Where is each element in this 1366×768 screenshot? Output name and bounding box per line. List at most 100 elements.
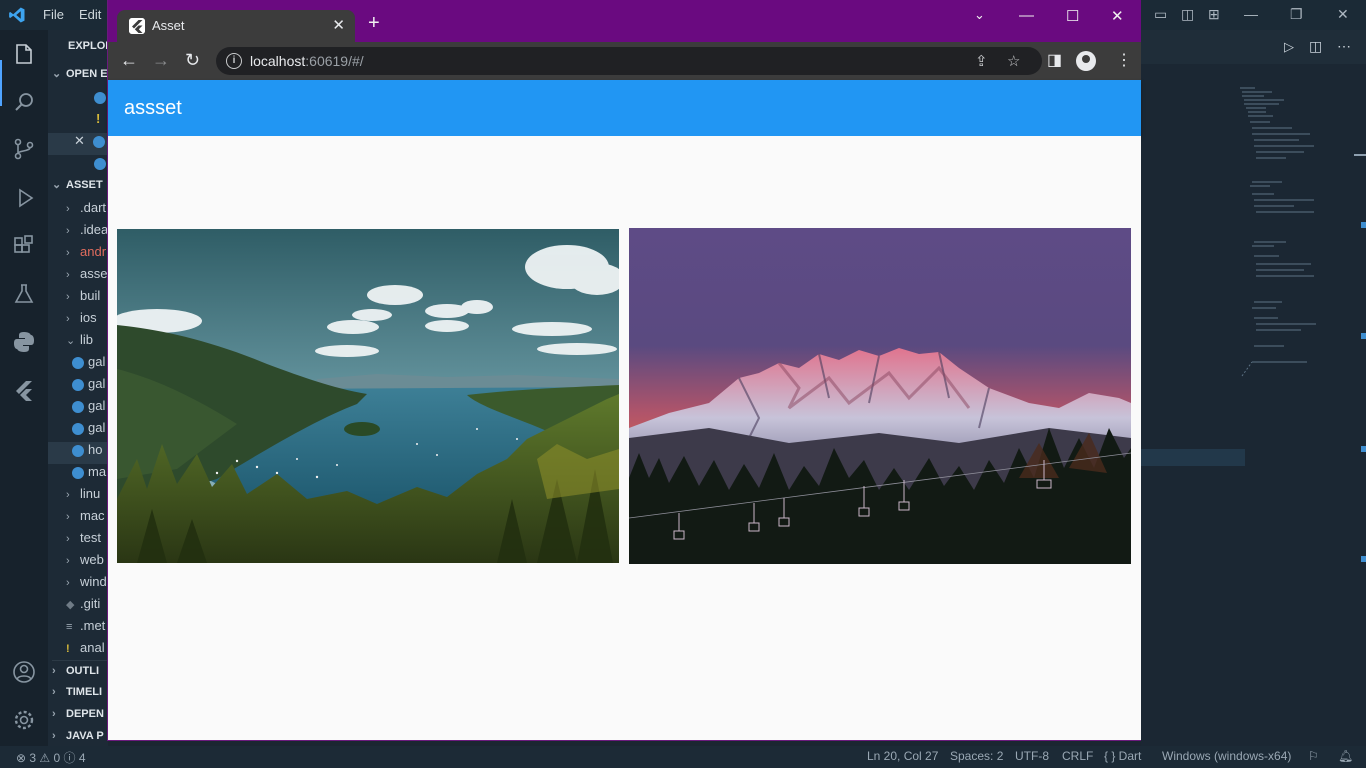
folder-ios[interactable]: › ios — [66, 310, 108, 332]
layout-grid-icon[interactable]: ⊞ — [1208, 6, 1220, 23]
tab-title: Asset — [152, 18, 185, 33]
menu-edit[interactable]: Edit — [79, 7, 101, 22]
project-header[interactable]: ⌄ ASSET — [52, 178, 108, 200]
tab-close-icon[interactable]: ✕ — [332, 16, 345, 34]
vscode-statusbar: ⊗ 3 ⚠ 0 ⓘ 4 Ln 20, Col 27 Spaces: 2 UTF-… — [0, 746, 1366, 768]
status-problems[interactable]: ⊗ 3 ⚠ 0 ⓘ 4 — [16, 749, 86, 766]
status-cursor-position[interactable]: Ln 20, Col 27 — [867, 749, 938, 763]
file-gallery-3[interactable]: gal — [72, 398, 108, 420]
run-debug-icon[interactable] — [12, 186, 36, 210]
folder-web[interactable]: › web — [66, 552, 108, 574]
file-main[interactable]: ma — [72, 464, 108, 486]
open-editor-active-item[interactable]: ✕ — [48, 133, 108, 155]
notifications-bell-icon[interactable]: 🔔︎ — [1338, 749, 1353, 763]
back-arrow-icon[interactable]: ← — [120, 50, 138, 70]
folder-android[interactable]: › andr — [66, 244, 108, 266]
file-metadata[interactable]: ≡ .met — [66, 618, 108, 640]
app-title: assset — [124, 97, 182, 119]
activity-selected-indicator — [0, 60, 2, 106]
vscode-minimize-icon[interactable]: — — [1244, 6, 1258, 22]
lake-forest-image — [117, 229, 619, 563]
browser-maximize-icon[interactable]: ☐ — [1066, 7, 1079, 25]
folder-dart-tool[interactable]: › .dart — [66, 200, 108, 222]
forward-arrow-icon[interactable]: → — [152, 50, 170, 70]
testing-flask-icon[interactable] — [12, 282, 36, 306]
run-file-icon[interactable]: ▷ — [1284, 39, 1294, 55]
menu-file[interactable]: File — [43, 7, 64, 22]
browser-minimize-icon[interactable]: — — [1019, 7, 1034, 24]
browser-window: Asset ✕ + ⌄ — ☐ ✕ ← → ↻ i localhost:6061… — [107, 0, 1141, 741]
file-gitignore[interactable]: ◆ .giti — [66, 596, 108, 618]
app-body — [108, 136, 1141, 740]
settings-gear-icon[interactable] — [12, 708, 36, 732]
editor-tabbar: ▷ ◫ ⋯ — [1141, 30, 1366, 64]
vscode-restore-icon[interactable]: ❐ — [1290, 6, 1303, 23]
explorer-icon[interactable] — [12, 42, 36, 66]
python-icon[interactable] — [12, 330, 36, 354]
timeline-header[interactable]: › TIMELI — [52, 682, 108, 704]
app-bar: assset — [108, 80, 1141, 136]
url-text[interactable]: localhost:60619/#/ — [250, 53, 364, 69]
file-gallery-1[interactable]: gal — [72, 354, 108, 376]
file-home-selected[interactable]: ho — [48, 442, 108, 464]
outline-header[interactable]: › OUTLI — [52, 660, 108, 682]
side-panel-icon[interactable]: ◨ — [1047, 50, 1062, 70]
layout-split-icon[interactable]: ◫ — [1181, 6, 1194, 23]
search-icon[interactable] — [12, 90, 36, 114]
minimap — [1240, 87, 1316, 377]
folder-macos[interactable]: › mac — [66, 508, 108, 530]
minimap-slider[interactable] — [1354, 154, 1366, 156]
site-info-icon[interactable]: i — [226, 53, 242, 69]
layout-panel-icon[interactable]: ▭ — [1154, 6, 1167, 23]
profile-avatar[interactable] — [1076, 51, 1096, 71]
source-control-icon[interactable] — [12, 137, 36, 161]
open-editor-item[interactable] — [94, 89, 108, 111]
activity-bar — [0, 30, 48, 746]
browser-tab[interactable]: Asset ✕ — [117, 10, 355, 42]
java-projects-header[interactable]: › JAVA P — [52, 726, 108, 746]
status-platform[interactable]: Windows (windows-x64) — [1162, 749, 1291, 763]
file-analysis-options[interactable]: ! anal — [66, 640, 108, 662]
folder-test[interactable]: › test — [66, 530, 108, 552]
scrollbar-marker — [1361, 333, 1366, 339]
browser-close-icon[interactable]: ✕ — [1111, 7, 1124, 25]
folder-lib[interactable]: ⌄ lib — [66, 332, 108, 354]
browser-tabbar: Asset ✕ + ⌄ — ☐ ✕ — [108, 0, 1141, 42]
editor-current-line — [1141, 449, 1245, 466]
flutter-icon[interactable] — [12, 378, 36, 402]
more-actions-icon[interactable]: ⋯ — [1337, 38, 1351, 55]
status-language[interactable]: { } Dart — [1104, 749, 1141, 763]
file-gallery-2[interactable]: gal — [72, 376, 108, 398]
mountain-sunset-image — [629, 228, 1131, 564]
file-gallery-4[interactable]: gal — [72, 420, 108, 442]
scrollbar-marker — [1361, 446, 1366, 452]
status-encoding[interactable]: UTF-8 — [1015, 749, 1049, 763]
folder-windows[interactable]: › wind — [66, 574, 108, 596]
folder-idea[interactable]: › .idea — [66, 222, 108, 244]
open-editor-item[interactable] — [94, 155, 108, 177]
vscode-logo-icon — [9, 7, 25, 23]
folder-assets[interactable]: › asse — [66, 266, 108, 288]
explorer-title: EXPLOR — [68, 40, 108, 52]
folder-build[interactable]: › buil — [66, 288, 108, 310]
open-editors-header[interactable]: ⌄ OPEN E — [52, 67, 108, 89]
feedback-icon[interactable]: ⚐ — [1308, 749, 1319, 763]
share-icon[interactable]: ⇪ — [975, 52, 988, 70]
account-icon[interactable] — [12, 660, 36, 684]
status-indentation[interactable]: Spaces: 2 — [950, 749, 1003, 763]
status-eol[interactable]: CRLF — [1062, 749, 1093, 763]
new-tab-button[interactable]: + — [368, 13, 380, 33]
split-editor-icon[interactable]: ◫ — [1309, 38, 1322, 55]
scrollbar-marker — [1361, 222, 1366, 228]
reload-icon[interactable]: ↻ — [185, 50, 200, 70]
vscode-close-icon[interactable]: ✕ — [1337, 6, 1349, 23]
bookmark-star-icon[interactable]: ☆ — [1007, 52, 1020, 70]
folder-linux[interactable]: › linu — [66, 486, 108, 508]
dependencies-header[interactable]: › DEPEN — [52, 704, 108, 726]
extensions-icon[interactable] — [12, 234, 36, 258]
chrome-menu-icon[interactable]: ⋮ — [1116, 50, 1132, 70]
scrollbar-marker — [1361, 556, 1366, 562]
tab-search-icon[interactable]: ⌄ — [974, 7, 985, 23]
address-bar[interactable]: i localhost:60619/#/ ⇪ ☆ — [216, 47, 1042, 75]
browser-toolbar: ← → ↻ i localhost:60619/#/ ⇪ ☆ ◨ ⋮ — [108, 42, 1141, 80]
